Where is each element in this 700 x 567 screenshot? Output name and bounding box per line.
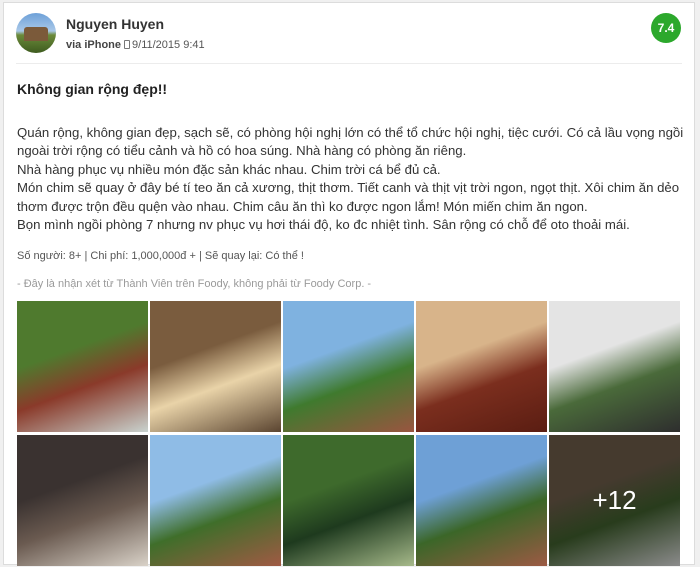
- via-device-label: via iPhone: [66, 39, 122, 51]
- gallery-photo[interactable]: [549, 301, 680, 432]
- gallery-photo[interactable]: [283, 301, 414, 432]
- review-card: Nguyen Huyen via iPhone 9/11/2015 9:41 7.…: [3, 2, 695, 566]
- review-paragraph: Quán rộng, không gian đẹp, sạch sẽ, có p…: [17, 125, 684, 159]
- gallery-photo[interactable]: [150, 435, 281, 566]
- more-photos-overlay[interactable]: +12: [549, 435, 680, 566]
- avatar[interactable]: [16, 13, 56, 53]
- gallery-photo[interactable]: [150, 301, 281, 432]
- gallery-photo-more[interactable]: +12: [549, 435, 680, 566]
- review-disclaimer: - Đây là nhận xét từ Thành Viên trên Foo…: [17, 278, 372, 290]
- gallery-photo[interactable]: [17, 301, 148, 432]
- review-title: Không gian rộng đẹp!!: [17, 81, 168, 97]
- review-stats: Số người: 8+ | Chi phí: 1,000,000đ + | S…: [17, 250, 304, 262]
- review-meta: via iPhone 9/11/2015 9:41: [66, 39, 205, 51]
- photo-gallery: +12: [17, 301, 685, 566]
- gallery-photo[interactable]: [17, 435, 148, 566]
- gallery-photo[interactable]: [416, 301, 547, 432]
- review-paragraph: Món chim sẽ quay ở đây bé tí teo ăn cả x…: [17, 180, 680, 214]
- author-name[interactable]: Nguyen Huyen: [66, 16, 164, 32]
- review-body: Quán rộng, không gian đẹp, sạch sẽ, có p…: [17, 124, 689, 234]
- review-paragraph: Bọn mình ngồi phòng 7 nhưng nv phục vụ h…: [17, 217, 630, 233]
- header-divider: [16, 63, 682, 64]
- gallery-photo[interactable]: [416, 435, 547, 566]
- review-score-badge: 7.4: [651, 13, 681, 43]
- review-paragraph: Nhà hàng phục vụ nhiều món đặc sản khác …: [17, 161, 441, 177]
- review-datetime: 9/11/2015 9:41: [132, 39, 205, 51]
- phone-icon: [124, 40, 131, 49]
- gallery-photo[interactable]: [283, 435, 414, 566]
